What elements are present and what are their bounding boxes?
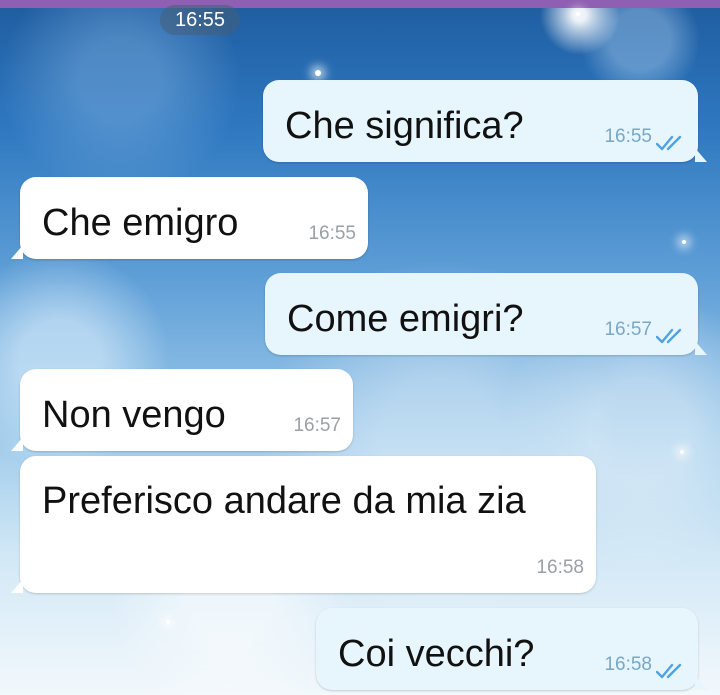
sparkle-decoration [315,70,321,76]
message-text: Che significa? [285,105,524,147]
double-check-icon [656,663,682,679]
message-bubble-incoming[interactable]: Non vengo 16:57 [11,369,353,451]
sparkle-decoration [682,240,686,244]
message-time: 16:58 [604,654,652,675]
sparkle-decoration [576,12,580,16]
message-text: Che emigro [42,202,239,244]
message-text: Come emigri? [287,298,524,340]
message-time: 16:55 [308,223,356,244]
message-bubble-outgoing[interactable]: Coi vecchi? 16:58 [316,608,707,690]
message-time: 16:57 [604,319,652,340]
message-time: 16:58 [536,557,584,578]
message-bubble-outgoing[interactable]: Che significa? 16:55 [263,80,707,162]
message-bubble-incoming[interactable]: Che emigro 16:55 [11,177,368,259]
message-text: Preferisco andare da mia zia [42,480,526,522]
double-check-icon [656,328,682,344]
sparkle-decoration [680,450,684,454]
message-text: Non vengo [42,394,226,436]
message-text: Coi vecchi? [338,633,535,675]
message-bubble-incoming[interactable]: Preferisco andare da mia zia 16:58 [11,456,596,593]
message-time: 16:55 [604,126,652,147]
sparkle-decoration [166,620,170,624]
message-time: 16:57 [293,415,341,436]
double-check-icon [656,135,682,151]
date-header-pill: 16:55 [160,5,240,35]
message-bubble-outgoing[interactable]: Come emigri? 16:57 [265,273,707,355]
top-accent-bar [0,0,720,8]
